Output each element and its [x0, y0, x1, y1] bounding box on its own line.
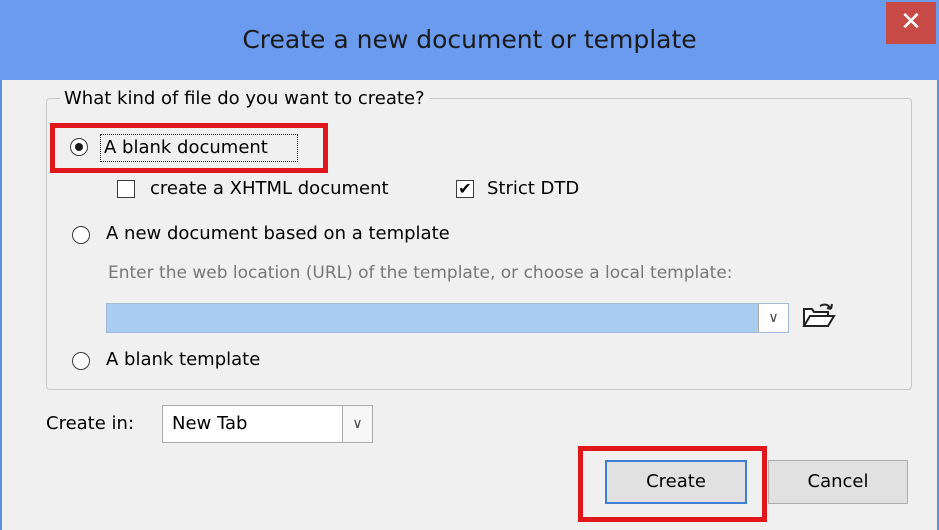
- template-hint-text: Enter the web location (URL) of the temp…: [108, 263, 733, 283]
- template-url-input[interactable]: [106, 303, 789, 333]
- close-button[interactable]: ✕: [886, 2, 936, 44]
- label-xhtml[interactable]: create a XHTML document: [150, 178, 389, 200]
- checkmark-icon: ✔: [458, 179, 472, 198]
- radio-blank-template[interactable]: [72, 352, 90, 370]
- close-icon: ✕: [900, 7, 922, 37]
- radio-template-document[interactable]: [72, 226, 90, 244]
- create-in-label: Create in:: [46, 413, 135, 434]
- dialog-title: Create a new document or template: [242, 25, 697, 54]
- label-template-document[interactable]: A new document based on a template: [106, 223, 450, 245]
- cancel-button[interactable]: Cancel: [768, 460, 908, 504]
- create-in-selected-value: New Tab: [172, 413, 248, 434]
- template-url-dropdown-button[interactable]: ∨: [758, 304, 788, 332]
- create-in-dropdown-button[interactable]: ∨: [342, 406, 372, 442]
- label-strict-dtd[interactable]: Strict DTD: [487, 178, 579, 200]
- checkbox-xhtml[interactable]: [117, 180, 135, 198]
- highlight-box-create-button: [578, 446, 767, 522]
- label-blank-template[interactable]: A blank template: [106, 349, 260, 371]
- checkbox-strict-dtd[interactable]: ✔: [456, 180, 474, 198]
- file-kind-legend: What kind of file do you want to create?: [60, 88, 429, 110]
- folder-open-icon[interactable]: [800, 300, 836, 332]
- highlight-box-blank-document: [50, 123, 328, 173]
- chevron-down-icon: ∨: [768, 310, 779, 326]
- chevron-down-icon: ∨: [352, 416, 363, 432]
